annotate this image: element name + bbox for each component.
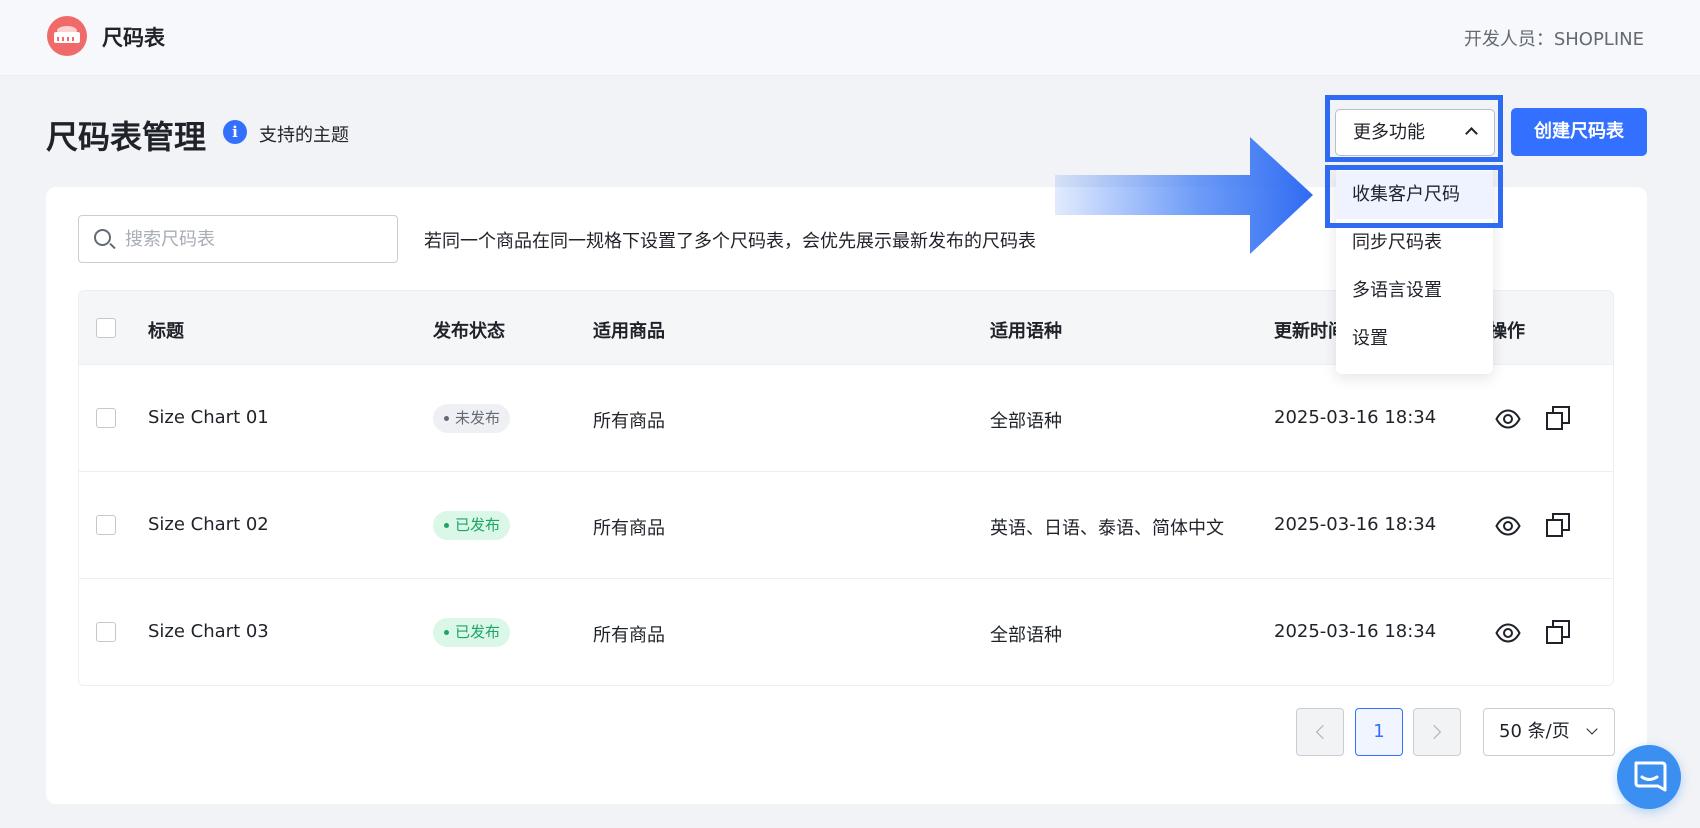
row-languages: 全部语种 — [990, 411, 1062, 432]
status-badge: 已发布 — [433, 511, 511, 540]
table-row: Size Chart 03 已发布 所有商品 全部语种 2025-03-16 1… — [79, 579, 1613, 685]
pointer-arrow-icon — [1055, 137, 1313, 254]
row-products: 所有商品 — [593, 411, 665, 432]
page-title: 尺码表管理 — [46, 118, 207, 156]
page-size-select[interactable]: 50 条/页 — [1483, 708, 1615, 756]
row-products: 所有商品 — [593, 518, 665, 539]
row-title[interactable]: Size Chart 02 — [148, 514, 269, 535]
search-box[interactable] — [78, 215, 398, 263]
row-languages: 全部语种 — [990, 625, 1062, 646]
table-row: Size Chart 02 已发布 所有商品 英语、日语、泰语、简体中文 202… — [79, 472, 1613, 579]
column-actions: 操作 — [1489, 321, 1525, 342]
developer-label: 开发人员：SHOPLINE — [1463, 29, 1644, 50]
highlight-more-button — [1325, 95, 1503, 162]
row-checkbox[interactable] — [96, 515, 116, 535]
status-badge: 已发布 — [433, 618, 511, 647]
row-updated: 2025-03-16 18:34 — [1274, 514, 1437, 535]
copy-icon[interactable] — [1545, 405, 1571, 431]
row-checkbox[interactable] — [96, 622, 116, 642]
top-bar: 尺码表 开发人员：SHOPLINE — [0, 0, 1700, 76]
menu-item-languages[interactable]: 多语言设置 — [1336, 267, 1493, 315]
select-all-checkbox[interactable] — [96, 318, 116, 338]
info-icon[interactable]: i — [223, 120, 247, 144]
menu-item-settings[interactable]: 设置 — [1336, 315, 1493, 363]
chevron-left-icon — [1315, 724, 1331, 740]
row-languages: 英语、日语、泰语、简体中文 — [990, 518, 1224, 539]
column-languages: 适用语种 — [990, 321, 1062, 342]
eye-icon[interactable] — [1495, 406, 1521, 432]
chevron-down-icon — [1586, 723, 1598, 735]
copy-icon[interactable] — [1545, 512, 1571, 538]
row-title[interactable]: Size Chart 03 — [148, 621, 269, 642]
create-size-chart-button[interactable]: 创建尺码表 — [1511, 108, 1647, 156]
row-title[interactable]: Size Chart 01 — [148, 407, 269, 428]
column-title: 标题 — [148, 321, 184, 342]
row-updated: 2025-03-16 18:34 — [1274, 407, 1437, 428]
chat-button[interactable] — [1617, 745, 1681, 809]
app-name: 尺码表 — [102, 26, 165, 50]
row-updated: 2025-03-16 18:34 — [1274, 621, 1437, 642]
table-row: Size Chart 01 未发布 所有商品 全部语种 2025-03-16 1… — [79, 365, 1613, 472]
page-1-button[interactable]: 1 — [1355, 708, 1403, 756]
page-size-value: 50 条/页 — [1499, 721, 1570, 742]
row-checkbox[interactable] — [96, 408, 116, 428]
column-status: 发布状态 — [433, 321, 505, 342]
prev-page-button[interactable] — [1296, 708, 1344, 756]
search-icon — [94, 229, 111, 246]
row-products: 所有商品 — [593, 625, 665, 646]
measuring-tape-icon — [47, 16, 87, 56]
supported-themes-link[interactable]: 支持的主题 — [259, 121, 349, 147]
copy-icon[interactable] — [1545, 619, 1571, 645]
next-page-button[interactable] — [1413, 708, 1461, 756]
chevron-right-icon — [1426, 724, 1442, 740]
column-products: 适用商品 — [593, 321, 665, 342]
highlight-menu-item — [1325, 165, 1503, 228]
publish-hint: 若同一个商品在同一规格下设置了多个尺码表，会优先展示最新发布的尺码表 — [424, 231, 1036, 252]
chat-icon — [1634, 761, 1667, 792]
eye-icon[interactable] — [1495, 620, 1521, 646]
eye-icon[interactable] — [1495, 513, 1521, 539]
status-badge: 未发布 — [433, 404, 511, 433]
search-input[interactable] — [125, 216, 391, 262]
